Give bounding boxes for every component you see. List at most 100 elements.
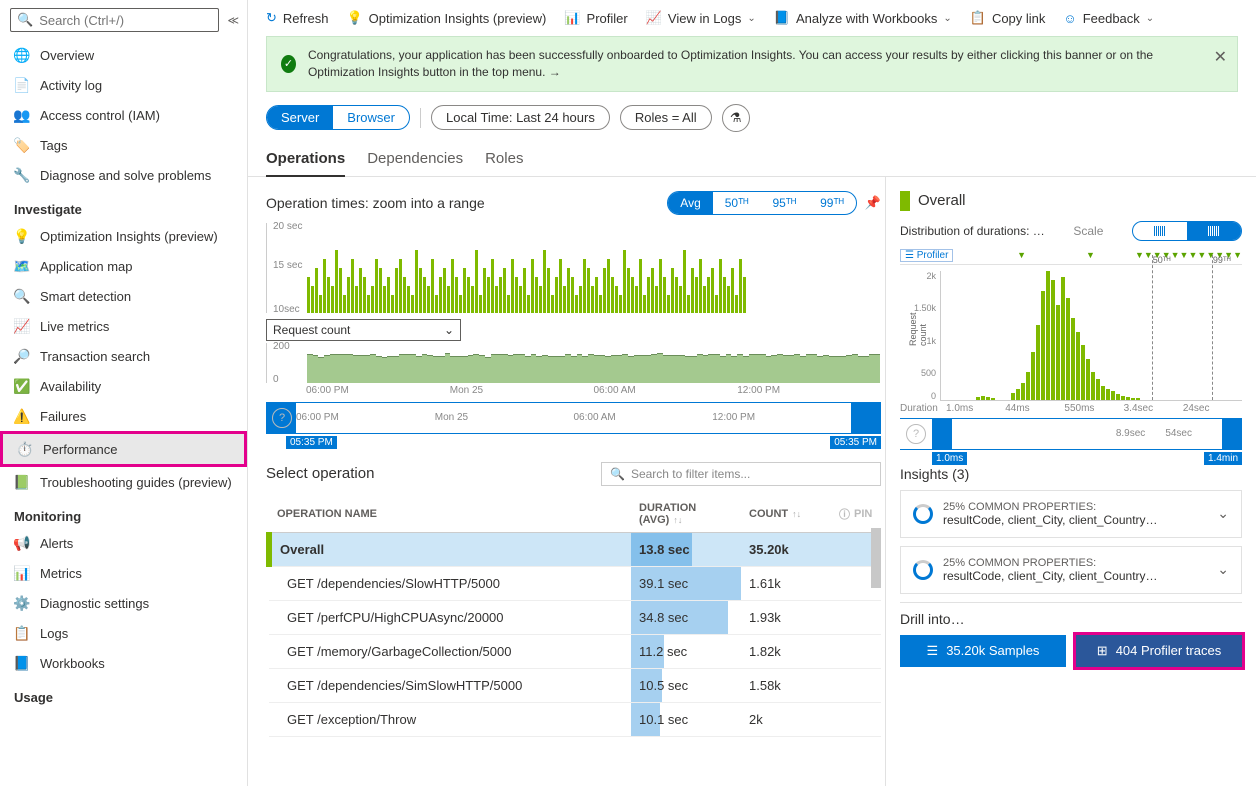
sidebar-item-failures[interactable]: ⚠️Failures — [0, 401, 247, 431]
sidebar-item-optimization-insights-preview-[interactable]: 💡Optimization Insights (preview) — [0, 221, 247, 251]
count-cell: 1.58k — [741, 668, 831, 702]
duration-histogram[interactable]: 50ᵀᴴ 99ᵀᴴ — [940, 271, 1242, 401]
sort-icon: ↑↓ — [673, 515, 682, 525]
insight-card[interactable]: 25% COMMON PROPERTIES:resultCode, client… — [900, 490, 1242, 538]
sidebar-search[interactable]: 🔍 — [10, 8, 219, 32]
sidebar-item-access-control-iam-[interactable]: 👥Access control (IAM) — [0, 100, 247, 130]
pin-icon[interactable]: 📌 — [865, 195, 881, 211]
browser-toggle[interactable]: Browser — [333, 106, 409, 129]
tab-operations[interactable]: Operations — [266, 142, 345, 177]
table-row[interactable]: GET /dependencies/SlowHTTP/500039.1 sec1… — [269, 566, 881, 600]
table-row[interactable]: GET /dependencies/SimSlowHTTP/500010.5 s… — [269, 668, 881, 702]
slider-handle-left[interactable] — [932, 419, 952, 449]
nav-item-icon: 📋 — [14, 625, 30, 641]
insight-card[interactable]: 25% COMMON PROPERTIES:resultCode, client… — [900, 546, 1242, 594]
nav-item-label: Transaction search — [40, 349, 150, 364]
sidebar-item-live-metrics[interactable]: 📈Live metrics — [0, 311, 247, 341]
nav-section-investigate: Investigate — [0, 190, 247, 221]
main-pane: ↻Refresh 💡Optimization Insights (preview… — [248, 0, 1256, 786]
nav-item-icon: 🔍 — [14, 288, 30, 304]
col-duration[interactable]: DURATION (AVG)↑↓ — [631, 496, 741, 533]
duration-cell: 34.8 sec — [631, 600, 741, 634]
view-in-logs-button[interactable]: 📈View in Logs⌄ — [646, 10, 756, 26]
request-count-dropdown[interactable]: Request count ⌄ — [266, 319, 461, 341]
sidebar-item-workbooks[interactable]: 📘Workbooks — [0, 648, 247, 678]
operation-filter-input[interactable]: 🔍 Search to filter items... — [601, 462, 881, 486]
percentile-50[interactable]: 50ᵀᴴ — [713, 192, 761, 214]
profiler-traces-button[interactable]: ⊞ 404 Profiler traces — [1076, 635, 1242, 667]
nav-item-label: Application map — [40, 259, 133, 274]
sidebar-item-availability[interactable]: ✅Availability — [0, 371, 247, 401]
slider-handle-right[interactable] — [851, 403, 881, 433]
profiler-tag[interactable]: ☰ Profiler — [900, 249, 953, 262]
optimization-insights-button[interactable]: 💡Optimization Insights (preview) — [346, 10, 546, 26]
sidebar-item-metrics[interactable]: 📊Metrics — [0, 558, 247, 588]
scale-slider[interactable] — [1132, 221, 1242, 241]
sidebar-item-performance[interactable]: ⏱️Performance — [0, 431, 247, 467]
table-row[interactable]: GET /memory/GarbageCollection/500011.2 s… — [269, 634, 881, 668]
sidebar-item-diagnose-and-solve-problems[interactable]: 🔧Diagnose and solve problems — [0, 160, 247, 190]
server-toggle[interactable]: Server — [267, 106, 333, 129]
copy-link-button[interactable]: 📋Copy link — [970, 10, 1046, 26]
sidebar-item-troubleshooting-guides-preview[interactable]: 📗Troubleshooting guides (preview) — [0, 467, 247, 497]
percentile-95[interactable]: 95ᵀᴴ — [760, 192, 808, 214]
table-row[interactable]: GET /perfCPU/HighCPUAsync/2000034.8 sec1… — [269, 600, 881, 634]
nav-item-icon: ⏱️ — [17, 441, 33, 457]
sidebar-collapse-icon[interactable]: ≪ — [227, 14, 239, 27]
nav-item-icon: 🌐 — [14, 47, 30, 63]
chevron-down-icon: ⌄ — [1217, 505, 1229, 522]
line-chart[interactable]: 20 sec 15 sec 10sec — [266, 223, 881, 313]
sidebar-item-application-map[interactable]: 🗺️Application map — [0, 251, 247, 281]
onboarding-banner[interactable]: ✓ Congratulations, your application has … — [266, 36, 1238, 92]
success-check-icon: ✓ — [281, 55, 296, 73]
time-range-slider[interactable]: ? 06:00 PMMon 2506:00 AM12:00 PM 05:35 P… — [266, 402, 881, 434]
op-name-cell: GET /memory/GarbageCollection/5000 — [269, 634, 631, 668]
duration-max-badge: 1.4min — [1204, 452, 1242, 465]
profiler-button[interactable]: 📊Profiler — [564, 10, 627, 26]
percentile-avg[interactable]: Avg — [668, 192, 712, 214]
time-range-chip[interactable]: Local Time: Last 24 hours — [431, 105, 610, 130]
percentile-99[interactable]: 99ᵀᴴ — [808, 192, 856, 214]
slider-handle-right[interactable] — [1222, 419, 1242, 449]
sidebar-item-transaction-search[interactable]: 🔎Transaction search — [0, 341, 247, 371]
search-input[interactable] — [39, 13, 212, 28]
table-row[interactable]: GET /exception/Throw10.1 sec2k — [269, 702, 881, 736]
nav-item-icon: 📄 — [14, 77, 30, 93]
tab-dependencies[interactable]: Dependencies — [367, 142, 463, 176]
sidebar-item-tags[interactable]: 🏷️Tags — [0, 130, 247, 160]
nav-item-icon: 📗 — [14, 474, 30, 490]
feedback-button[interactable]: ☺Feedback⌄ — [1063, 11, 1154, 26]
area-chart[interactable]: 200 0 — [266, 343, 881, 383]
scale-label: Scale — [1073, 224, 1103, 238]
sidebar-item-logs[interactable]: 📋Logs — [0, 618, 247, 648]
roles-chip[interactable]: Roles = All — [620, 105, 712, 130]
banner-close-button[interactable]: ✕ — [1214, 47, 1227, 67]
table-row[interactable]: Overall13.8 sec35.20k — [269, 532, 881, 566]
duration-range-slider[interactable]: ? 8.9sec 54sec 1.0ms 1.4min — [900, 418, 1242, 450]
sidebar-item-smart-detection[interactable]: 🔍 Smart detection — [0, 281, 247, 311]
col-count[interactable]: COUNT↑↓ — [741, 496, 831, 533]
tab-roles[interactable]: Roles — [485, 142, 523, 176]
table-scrollbar[interactable] — [871, 528, 881, 588]
range-start-badge: 05:35 PM — [286, 436, 337, 449]
nav-item-label: Workbooks — [40, 656, 105, 671]
add-filter-button[interactable]: ⚗ — [722, 104, 750, 132]
chevron-down-icon: ⌄ — [1217, 561, 1229, 578]
chevron-down-icon: ⌄ — [747, 13, 755, 24]
nav-item-label: Tags — [40, 138, 67, 153]
search-icon: 🔍 — [610, 467, 625, 481]
refresh-button[interactable]: ↻Refresh — [266, 10, 328, 26]
nav-item-icon: 📢 — [14, 535, 30, 551]
samples-button[interactable]: ☰ 35.20k Samples — [900, 635, 1066, 667]
sidebar-item-activity-log[interactable]: 📄Activity log — [0, 70, 247, 100]
sidebar-item-diagnostic-settings[interactable]: ⚙️Diagnostic settings — [0, 588, 247, 618]
duration-cell: 10.5 sec — [631, 668, 741, 702]
sidebar-item-alerts[interactable]: 📢Alerts — [0, 528, 247, 558]
profiler-marker-icon: ▼ — [1017, 250, 1026, 260]
profiler-marker-icon: ▼ — [1233, 250, 1242, 260]
analyze-workbooks-button[interactable]: 📘Analyze with Workbooks⌄ — [774, 10, 952, 26]
duration-cell: 11.2 sec — [631, 634, 741, 668]
nav-item-label: Smart detection — [40, 289, 131, 304]
sidebar-item-overview[interactable]: 🌐Overview — [0, 40, 247, 70]
col-operation-name[interactable]: OPERATION NAME — [269, 496, 631, 533]
